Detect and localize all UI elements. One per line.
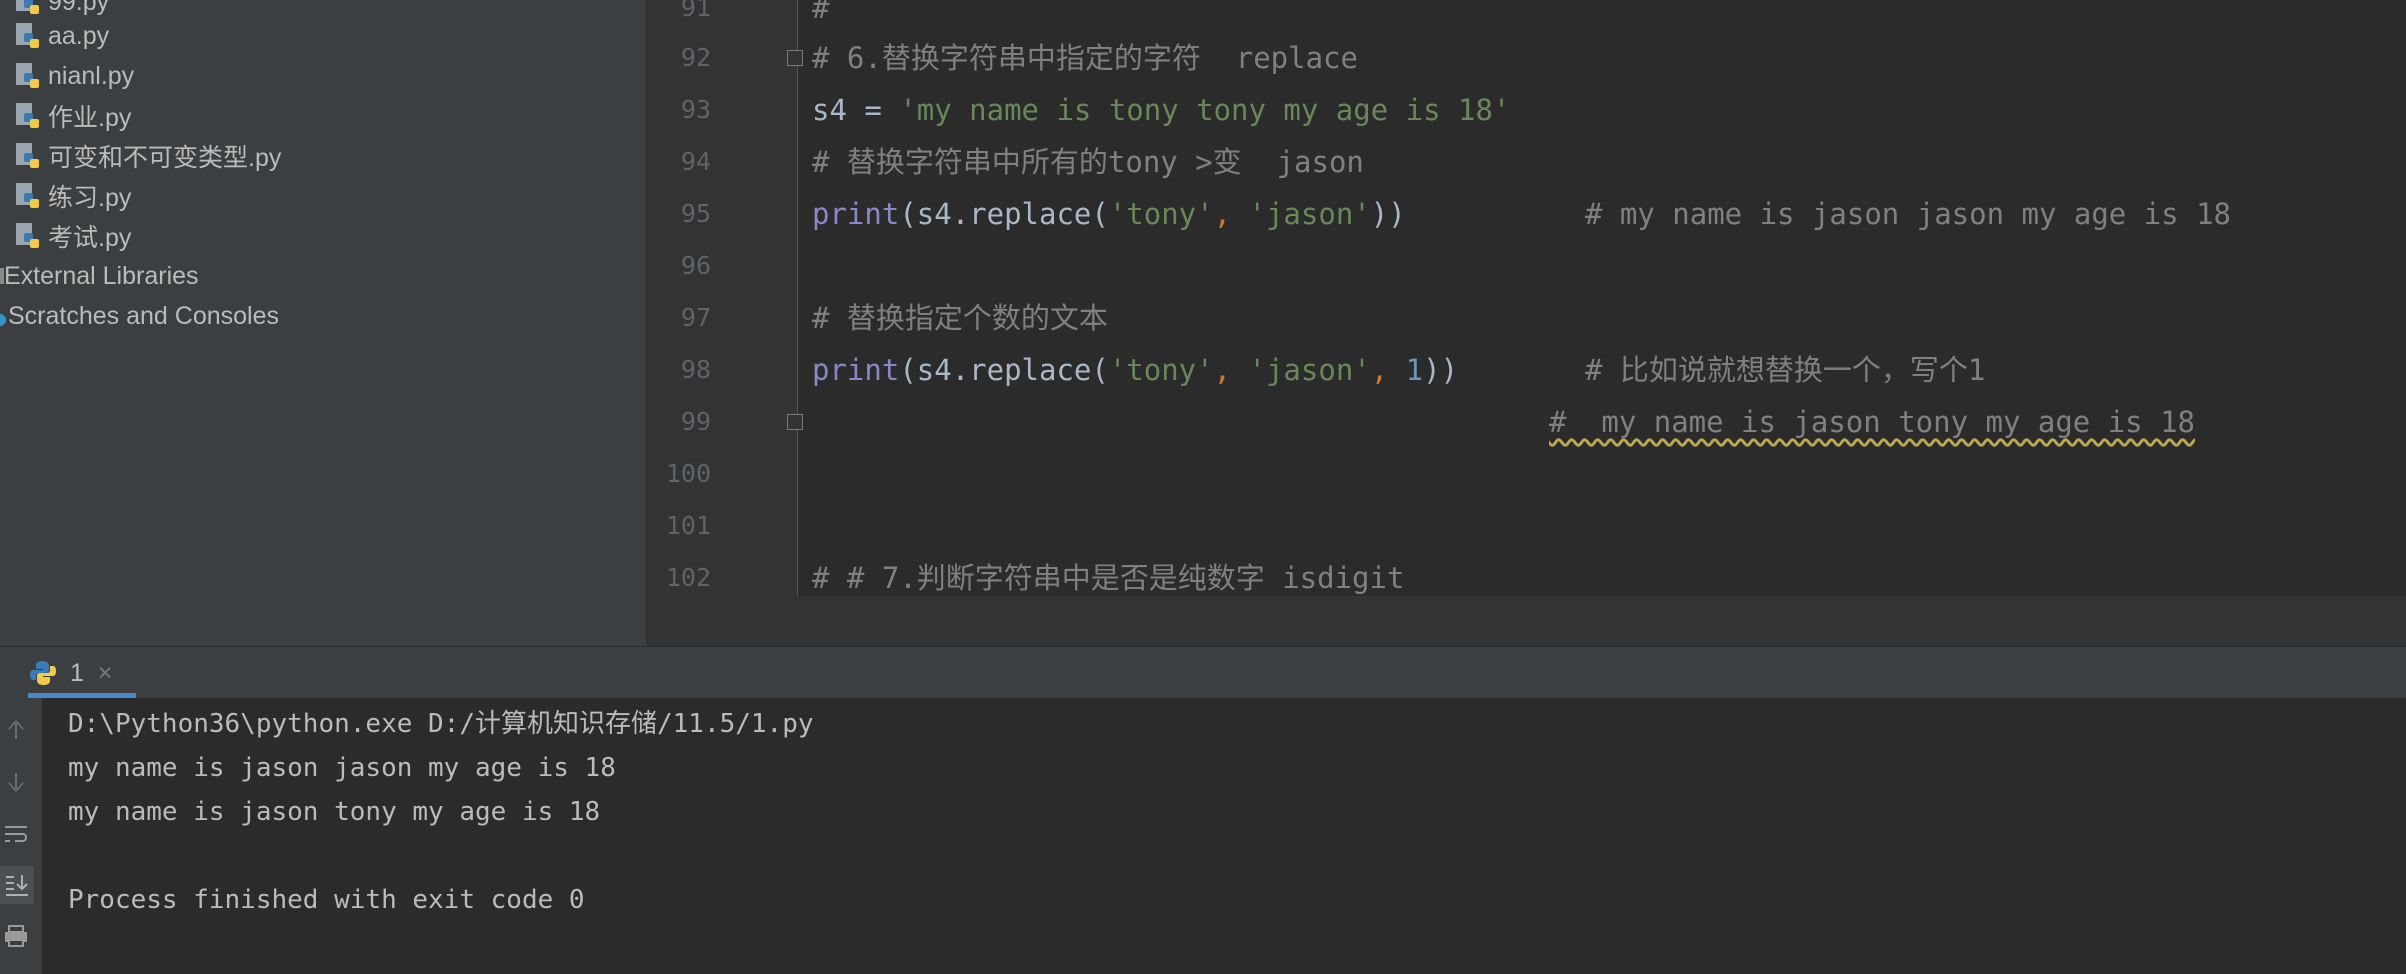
python-file-icon bbox=[16, 183, 39, 208]
python-file-icon bbox=[16, 63, 39, 88]
code-token: (s4.replace( bbox=[899, 353, 1109, 387]
code-line: s4 = 'my name is tony tony my age is 18' bbox=[812, 84, 1510, 136]
code-line: # # 7.判断字符串中是否是纯数字 isdigit bbox=[812, 561, 1405, 595]
arrow-down-icon[interactable] bbox=[0, 766, 32, 798]
line-number: 96 bbox=[680, 251, 711, 280]
project-file-item[interactable]: 作业.py bbox=[14, 96, 131, 136]
code-line: # 6.替换字符串中指定的字符 replace bbox=[812, 41, 1358, 75]
code-token: s4 bbox=[812, 93, 865, 127]
file-label: aa.py bbox=[48, 21, 110, 50]
fold-guide bbox=[797, 0, 798, 596]
console-line: my name is jason jason my age is 18 bbox=[68, 753, 616, 783]
console-line: D:\Python36\python.exe D:/计算机知识存储/11.5/1… bbox=[68, 709, 814, 739]
code-token: = bbox=[864, 93, 900, 127]
code-token: 'jason' bbox=[1248, 353, 1371, 387]
line-number: 98 bbox=[680, 355, 711, 384]
scratches-item[interactable]: Scratches and Consoles bbox=[0, 296, 279, 336]
code-token: , bbox=[1213, 197, 1249, 231]
line-number: 93 bbox=[680, 95, 711, 124]
code-comment: # my name is jason tony my age is 18 bbox=[1549, 405, 2196, 439]
scroll-to-end-icon[interactable] bbox=[0, 866, 34, 904]
editor-horizontal-scrollbar[interactable] bbox=[647, 596, 2406, 646]
file-label: 作业.py bbox=[48, 104, 132, 132]
code-token: 'tony' bbox=[1108, 353, 1214, 387]
run-console-output[interactable]: D:\Python36\python.exe D:/计算机知识存储/11.5/1… bbox=[42, 698, 2406, 974]
run-tool-window-header: 1 × bbox=[0, 646, 2406, 699]
fold-toggle[interactable] bbox=[787, 50, 803, 66]
file-label: 考试.py bbox=[48, 224, 132, 252]
arrow-up-icon[interactable] bbox=[0, 714, 32, 746]
file-label: 可变和不可变类型.py bbox=[48, 144, 282, 172]
line-number: 92 bbox=[680, 43, 711, 72]
line-number: 95 bbox=[680, 199, 711, 228]
soft-wrap-icon[interactable] bbox=[0, 818, 32, 850]
code-line: # 替换指定个数的文本 bbox=[812, 301, 1108, 335]
python-file-icon bbox=[16, 0, 39, 14]
code-token: , bbox=[1370, 353, 1406, 387]
code-token: (s4.replace( bbox=[899, 197, 1109, 231]
line-number: 94 bbox=[680, 147, 711, 176]
fold-toggle[interactable] bbox=[787, 414, 803, 430]
file-label: 99.py bbox=[48, 0, 110, 16]
project-file-item[interactable]: nianl.py bbox=[14, 56, 134, 96]
code-token: , bbox=[1213, 353, 1249, 387]
tree-label: External Libraries bbox=[4, 261, 199, 290]
code-token: )) bbox=[1370, 197, 1406, 231]
code-comment: # 比如说就想替换一个，写个1 bbox=[1585, 353, 1986, 387]
project-file-item[interactable]: aa.py bbox=[14, 16, 109, 56]
python-file-icon bbox=[16, 223, 39, 248]
code-editor[interactable]: 91 92 93 94 95 96 97 98 99 100 101 102 #… bbox=[647, 0, 2406, 596]
line-number: 101 bbox=[665, 511, 711, 540]
file-label: nianl.py bbox=[48, 61, 135, 90]
code-token: 1 bbox=[1405, 353, 1424, 387]
python-file-icon bbox=[16, 23, 39, 48]
line-number: 100 bbox=[665, 459, 711, 488]
run-tab-label: 1 bbox=[70, 658, 84, 687]
close-tab-icon[interactable]: × bbox=[98, 659, 113, 688]
code-line: print(s4.replace('tony', 'jason')) bbox=[812, 188, 1406, 240]
line-number: 102 bbox=[665, 563, 711, 592]
print-icon[interactable] bbox=[0, 920, 32, 952]
project-tree-panel: 99.py aa.py nianl.py 作业.py 可变和不可变类型.py 练… bbox=[0, 0, 647, 646]
project-file-item[interactable]: 可变和不可变类型.py bbox=[14, 136, 281, 176]
external-libraries-item[interactable]: External Libraries bbox=[0, 256, 199, 296]
code-token: print bbox=[812, 353, 900, 387]
project-file-item[interactable]: 练习.py bbox=[14, 176, 131, 216]
code-token: )) bbox=[1423, 353, 1459, 387]
scratches-icon bbox=[0, 314, 6, 326]
run-tab[interactable]: 1 × bbox=[28, 647, 138, 699]
line-number: 91 bbox=[680, 0, 711, 22]
code-token: 'tony' bbox=[1108, 197, 1214, 231]
python-file-icon bbox=[16, 103, 39, 128]
code-line: # 替换字符串中所有的tony >变 jason bbox=[812, 145, 1364, 179]
python-icon bbox=[30, 661, 56, 685]
file-label: 练习.py bbox=[48, 184, 132, 212]
python-file-icon bbox=[16, 143, 39, 168]
code-line: # bbox=[812, 0, 830, 25]
line-number: 99 bbox=[680, 407, 711, 436]
code-comment: # my name is jason jason my age is 18 bbox=[1585, 197, 2232, 231]
code-line: print(s4.replace('tony', 'jason', 1)) bbox=[812, 344, 1458, 396]
code-token: print bbox=[812, 197, 900, 231]
line-number: 97 bbox=[680, 303, 711, 332]
project-file-item[interactable]: 考试.py bbox=[14, 216, 131, 256]
run-toolbar bbox=[0, 698, 42, 974]
console-line: my name is jason tony my age is 18 bbox=[68, 797, 601, 827]
code-token: 'jason' bbox=[1248, 197, 1371, 231]
code-token: 'my name is tony tony my age is 18' bbox=[899, 93, 1511, 127]
tree-label: Scratches and Consoles bbox=[8, 301, 279, 330]
console-line: Process finished with exit code 0 bbox=[68, 885, 585, 915]
